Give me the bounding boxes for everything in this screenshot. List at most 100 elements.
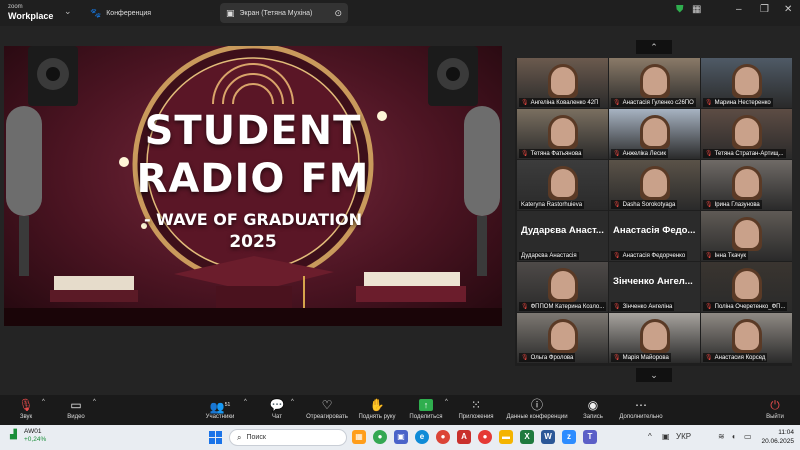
participants-button[interactable]: 👥51 Участники — [200, 399, 240, 421]
tray-chevron-up-icon[interactable]: ^ — [648, 432, 652, 441]
chevron-up-icon: ⌃ — [650, 42, 658, 52]
screen-share-icon: ▣ — [226, 7, 235, 18]
participant-tile[interactable]: 🎙 Інна Ткачук — [701, 211, 792, 261]
edge-icon[interactable]: e — [415, 430, 429, 444]
participant-name: ФППОМ Катерина Козло... — [530, 304, 605, 310]
excel-icon[interactable]: X — [520, 430, 534, 444]
participant-name: Ангеліна Коваленко 42П — [530, 100, 599, 106]
meeting-info-button[interactable]: ⓘ Данные конференции — [502, 398, 572, 421]
zoom-logo: zoom Workplace — [8, 3, 53, 21]
mic-muted-icon: 🎙 — [613, 355, 621, 361]
audio-button[interactable]: 🎙 Звук — [14, 399, 38, 421]
taskbar-app-icon[interactable]: ▦ — [352, 430, 366, 444]
participant-name-label: 🎙 Анастасія Федорченко — [611, 251, 688, 260]
participant-tile[interactable]: 🎙 Анжеліка Лесик — [609, 109, 700, 159]
participant-tile[interactable]: Дударєва Анаст... Дударєва Анастасія — [517, 211, 608, 261]
chrome-alt-icon[interactable]: ● — [436, 430, 450, 444]
more-button[interactable]: ⋯ Дополнительно — [616, 398, 666, 421]
participant-tile[interactable]: 🎙 Тетяна Стратан-Артищ... — [701, 109, 792, 159]
participant-tile[interactable]: 🎙 Ангеліна Коваленко 42П — [517, 58, 608, 108]
chevron-down-icon[interactable]: ⌄ — [64, 6, 72, 17]
participant-tile[interactable]: 🎙 Ірина Глазунова — [701, 160, 792, 210]
participant-face — [735, 169, 759, 197]
word-icon[interactable]: W — [541, 430, 555, 444]
participant-tile[interactable]: Зінченко Ангел... 🎙 Зінченко Ангеліна — [609, 262, 700, 312]
close-icon[interactable]: ✕ — [784, 4, 792, 15]
info-icon: ⓘ — [530, 398, 543, 412]
search-icon: ⌕ — [237, 432, 242, 442]
mic-muted-icon: 🎙 — [613, 151, 621, 157]
participant-name-label: 🎙 Марія Майорова — [611, 353, 671, 362]
raise-hand-button[interactable]: ✋ Поднять руку — [354, 399, 400, 421]
apps-button[interactable]: ⁙ Приложения — [455, 399, 497, 421]
battery-icon[interactable]: ▭ — [744, 432, 752, 441]
participant-tile[interactable]: 🎙 Ольга Фролова — [517, 313, 608, 363]
mic-muted-icon: 🎙 — [705, 151, 713, 157]
participant-name-label: 🎙 Тетяна Фатьянова — [519, 149, 584, 158]
record-button[interactable]: ◉ Запись — [580, 399, 606, 421]
participant-tile[interactable]: 🎙 Марина Нестеренко — [701, 58, 792, 108]
participant-face — [551, 67, 575, 95]
participant-tile[interactable]: Kateryna Rastorhuieva — [517, 160, 608, 210]
pdf-icon[interactable]: A — [457, 430, 471, 444]
video-button[interactable]: ▭ Видео — [62, 399, 90, 421]
chat-options-caret[interactable]: ^ — [291, 399, 294, 405]
tab-screen-share[interactable]: ▣ Экран (Тетяна Мухіна) ⊙ — [220, 3, 348, 23]
windows-start-icon[interactable] — [209, 431, 222, 444]
leave-button[interactable]: ⏻ Выйти — [762, 399, 788, 421]
poster-title-line1: STUDENT — [144, 108, 362, 154]
participant-name: Марія Майорова — [622, 355, 669, 361]
stock-widget[interactable]: ▟ AW01 +0,24% — [10, 428, 46, 444]
participant-name-label: 🎙 Марина Нестеренко — [703, 98, 773, 107]
participant-tile[interactable]: 🎙 Анастасія Гуленко с26ПО — [609, 58, 700, 108]
share-button[interactable]: ↑ Поделиться — [406, 399, 446, 420]
more-options-icon[interactable]: ⊙ — [334, 8, 342, 19]
chat-button[interactable]: 💬 Чат — [266, 399, 288, 421]
participant-tile[interactable]: Анастасія Федо... 🎙 Анастасія Федорченко — [609, 211, 700, 261]
participant-tile[interactable]: 🎙 Поліна Очеретенко_ФП... — [701, 262, 792, 312]
grid-view-icon[interactable]: ▦ — [692, 4, 701, 15]
tray-app-icon[interactable]: ▣ — [662, 432, 670, 441]
taskbar-search[interactable]: ⌕ Поиск — [229, 429, 347, 446]
gallery-scroll-down-button[interactable]: ⌄ — [636, 368, 672, 382]
language-indicator[interactable]: УКР — [676, 432, 691, 441]
participant-tile[interactable]: 🎙 Анастасия Корсед — [701, 313, 792, 363]
participant-face — [735, 67, 759, 95]
react-button[interactable]: ♡ Отреагировать — [302, 399, 352, 421]
participant-face — [643, 67, 667, 95]
mic-muted-icon: 🎙 — [613, 304, 621, 310]
participant-tile[interactable]: 🎙 ФППОМ Катерина Козло... — [517, 262, 608, 312]
store-icon[interactable]: ▣ — [394, 430, 408, 444]
participant-face — [643, 118, 667, 146]
gallery-scroll-up-button[interactable]: ⌃ — [636, 40, 672, 54]
participants-options-caret[interactable]: ^ — [244, 399, 247, 405]
participant-tile[interactable]: 🎙 Тетяна Фатьянова — [517, 109, 608, 159]
chrome-icon[interactable]: ● — [373, 430, 387, 444]
minimize-icon[interactable]: – — [736, 4, 742, 15]
participant-name-label: 🎙 Анастасия Корсед — [703, 353, 768, 362]
participant-face — [551, 169, 575, 197]
poster-title-line2: RADIO FM — [136, 156, 370, 202]
participant-tile[interactable]: 🎙 Марія Майорова — [609, 313, 700, 363]
teams-icon[interactable]: T — [583, 430, 597, 444]
clock[interactable]: 11:04 20.06.2025 — [758, 428, 794, 446]
participant-name-label: 🎙 Ангеліна Коваленко 42П — [519, 98, 601, 107]
more-icon: ⋯ — [635, 398, 647, 412]
browser-icon[interactable]: ● — [478, 430, 492, 444]
tab-meeting[interactable]: 🐾 Конференция — [84, 3, 157, 23]
audio-label: Звук — [19, 414, 33, 420]
audio-options-caret[interactable]: ^ — [42, 399, 45, 405]
shield-icon[interactable]: ⛊ — [676, 4, 684, 15]
share-options-caret[interactable]: ^ — [445, 399, 448, 405]
maximize-icon[interactable]: ❐ — [760, 4, 769, 15]
mic-muted-icon: 🎙 — [705, 304, 713, 310]
mic-muted-icon: 🎙 — [521, 304, 529, 310]
taskbar-zoom-icon[interactable]: z — [562, 430, 576, 444]
participant-name-label: 🎙 Анжеліка Лесик — [611, 149, 668, 158]
participant-tile[interactable]: 🎙 Dasha Sorokotyaga — [609, 160, 700, 210]
brand-line2: Workplace — [8, 11, 54, 21]
volume-icon[interactable]: ◖ — [731, 432, 736, 441]
wifi-icon[interactable]: ≋ — [718, 432, 725, 441]
folder-icon[interactable]: ▬ — [499, 430, 513, 444]
video-options-caret[interactable]: ^ — [93, 399, 96, 405]
